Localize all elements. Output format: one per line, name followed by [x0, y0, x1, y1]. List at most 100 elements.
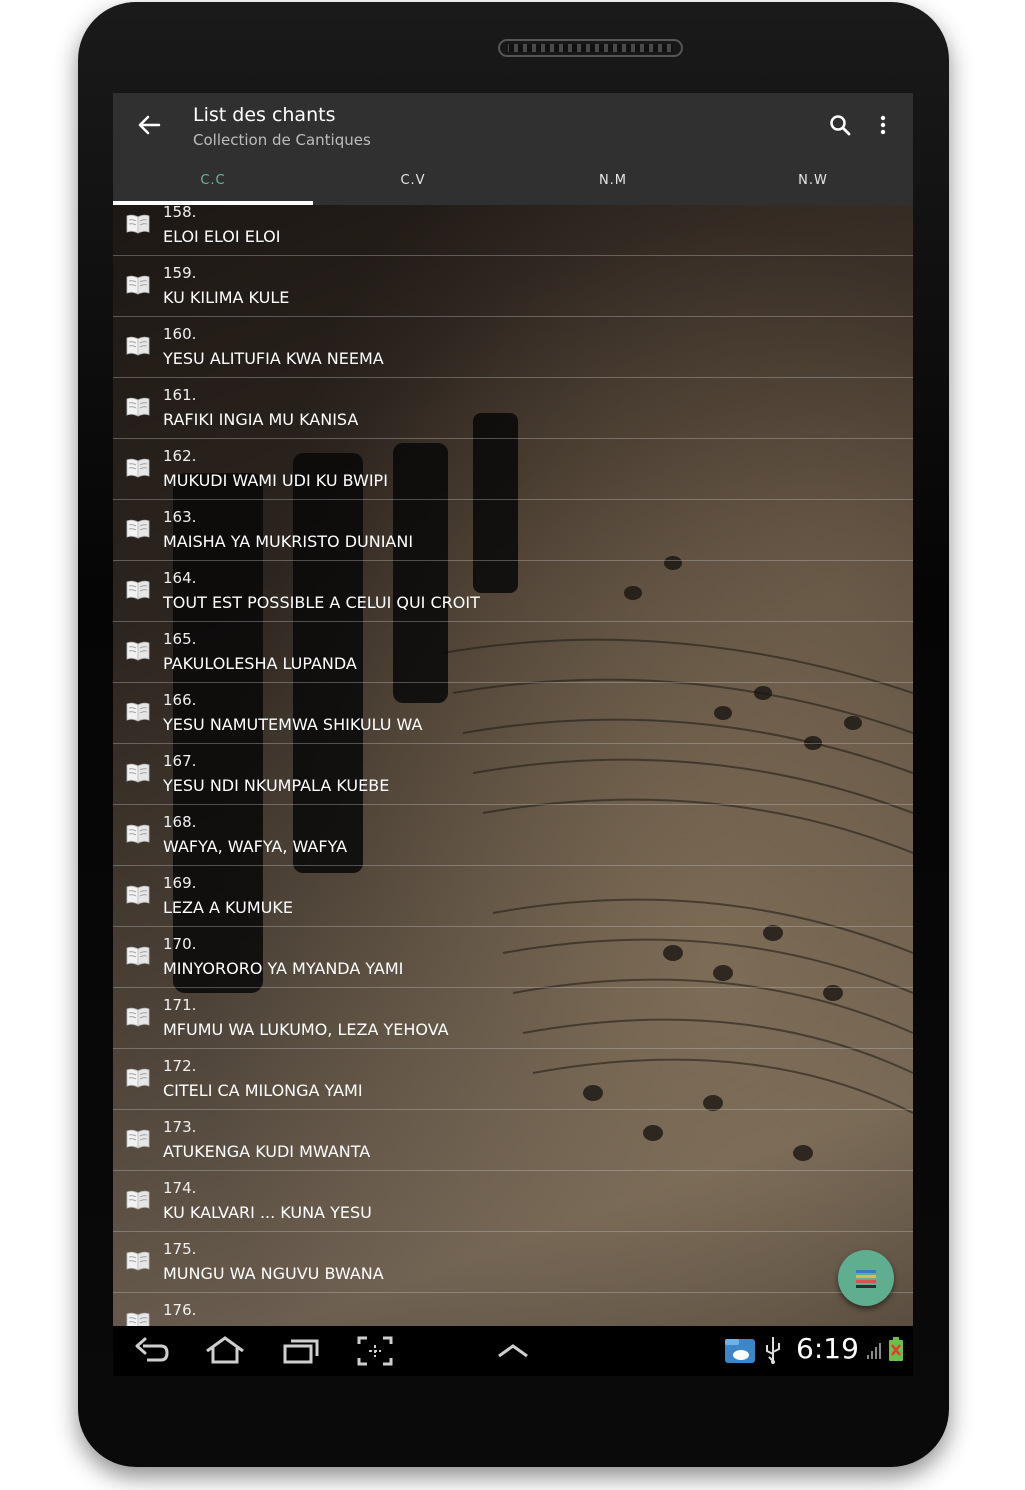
open-book-icon	[126, 885, 150, 905]
tab-nw[interactable]: N.W	[713, 157, 913, 205]
song-number: 174.	[163, 1179, 197, 1197]
app-screen: List des chants Collection de Cantiques …	[113, 93, 913, 1326]
song-number: 168.	[163, 813, 197, 831]
open-book-icon	[126, 1312, 150, 1326]
tab-indicator	[113, 201, 313, 205]
song-number: 163.	[163, 508, 197, 526]
song-list-item[interactable]: 162. MUKUDI WAMI UDI KU BWIPI	[113, 439, 913, 500]
page-subtitle: Collection de Cantiques	[193, 131, 371, 149]
usb-icon	[766, 1337, 780, 1364]
open-book-icon	[126, 946, 150, 966]
recent-apps-icon	[283, 1339, 319, 1364]
song-title: RAFIKI INGIA MU KANISA	[163, 410, 359, 429]
open-book-icon	[126, 763, 150, 783]
song-number: 158.	[163, 203, 197, 221]
song-list[interactable]: 158. ELOI ELOI ELOI 159. KU KILIMA KULE 160.…	[113, 203, 913, 1326]
list-bars-icon	[856, 1270, 876, 1288]
song-number: 175.	[163, 1240, 197, 1258]
song-title: MUKUDI WAMI UDI KU BWIPI	[163, 471, 388, 490]
song-number: 160.	[163, 325, 197, 343]
song-title: YESU NDI NKUMPALA KUEBE	[163, 776, 390, 795]
open-book-icon	[126, 1007, 150, 1027]
open-book-icon	[126, 275, 150, 295]
chevron-up-icon	[498, 1344, 528, 1358]
app-bar: List des chants Collection de Cantiques …	[113, 93, 913, 205]
back-button[interactable]	[133, 109, 165, 141]
song-number: 170.	[163, 935, 197, 953]
song-title: WAFYA, WAFYA, WAFYA	[163, 837, 348, 856]
song-list-item[interactable]: 174. KU KALVARI ... KUNA YESU	[113, 1171, 913, 1232]
tab-cc[interactable]: C.C	[113, 157, 313, 205]
song-list-item[interactable]: 170. MINYORORO YA MYANDA YAMI	[113, 927, 913, 988]
song-title: KU KALVARI ... KUNA YESU	[163, 1203, 372, 1222]
song-title: ELOI ELOI ELOI	[163, 227, 281, 246]
song-list-item[interactable]: 163. MAISHA YA MUKRISTO DUNIANI	[113, 500, 913, 561]
song-title: KU KILIMA KULE	[163, 288, 290, 307]
nav-expand-button[interactable]	[493, 1334, 533, 1368]
song-list-item[interactable]: 160. YESU ALITUFIA KWA NEEMA	[113, 317, 913, 378]
tab-nm[interactable]: N.M	[513, 157, 713, 205]
screenshot-icon	[357, 1336, 393, 1366]
speaker-grille	[498, 39, 683, 57]
song-number: 162.	[163, 447, 197, 465]
open-book-icon	[126, 641, 150, 661]
signal-icon	[867, 1343, 881, 1359]
open-book-icon	[126, 1129, 150, 1149]
song-title: YESU NAMUTEMWA SHIKULU WA	[163, 715, 423, 734]
open-book-icon	[126, 519, 150, 539]
song-list-item[interactable]: 175. MUNGU WA NGUVU BWANA	[113, 1232, 913, 1293]
song-title: ATUKENGA KUDI MWANTA	[163, 1142, 371, 1161]
song-list-item[interactable]: 172. CITELI CA MILONGA YAMI	[113, 1049, 913, 1110]
song-title: MUNGU WA NGUVU BWANA	[163, 1264, 384, 1283]
open-book-icon	[126, 458, 150, 478]
nav-home-button[interactable]	[205, 1334, 245, 1368]
song-list-item[interactable]: 176.	[113, 1293, 913, 1326]
song-number: 176.	[163, 1301, 197, 1319]
open-book-icon	[126, 580, 150, 600]
arrow-back-icon	[138, 115, 161, 135]
song-list-item[interactable]: 159. KU KILIMA KULE	[113, 256, 913, 317]
song-list-item[interactable]: 171. MFUMU WA LUKUMO, LEZA YEHOVA	[113, 988, 913, 1049]
overflow-menu-button[interactable]	[871, 111, 895, 139]
song-title: MINYORORO YA MYANDA YAMI	[163, 959, 404, 978]
system-nav-bar: 6:19	[113, 1326, 913, 1376]
song-list-item[interactable]: 169. LEZA A KUMUKE	[113, 866, 913, 927]
open-book-icon	[126, 1251, 150, 1271]
home-icon	[206, 1336, 244, 1364]
song-title: PAKULOLESHA LUPANDA	[163, 654, 357, 673]
search-icon	[830, 115, 851, 136]
search-button[interactable]	[825, 111, 857, 139]
tab-cv[interactable]: C.V	[313, 157, 513, 205]
open-book-icon	[126, 1068, 150, 1088]
nav-recents-button[interactable]	[281, 1334, 321, 1368]
song-list-item[interactable]: 161. RAFIKI INGIA MU KANISA	[113, 378, 913, 439]
song-number: 172.	[163, 1057, 197, 1075]
open-book-icon	[126, 1190, 150, 1210]
song-number: 171.	[163, 996, 197, 1014]
song-list-item[interactable]: 168. WAFYA, WAFYA, WAFYA	[113, 805, 913, 866]
open-book-icon	[126, 397, 150, 417]
song-number: 167.	[163, 752, 197, 770]
song-number: 169.	[163, 874, 197, 892]
song-list-item[interactable]: 165. PAKULOLESHA LUPANDA	[113, 622, 913, 683]
song-number: 161.	[163, 386, 197, 404]
floating-action-button[interactable]	[838, 1250, 894, 1306]
song-list-item[interactable]: 166. YESU NAMUTEMWA SHIKULU WA	[113, 683, 913, 744]
open-book-icon	[126, 824, 150, 844]
song-number: 164.	[163, 569, 197, 587]
open-book-icon	[126, 336, 150, 356]
song-list-item[interactable]: 167. YESU NDI NKUMPALA KUEBE	[113, 744, 913, 805]
song-number: 173.	[163, 1118, 197, 1136]
more-vert-icon	[880, 115, 886, 135]
song-list-item[interactable]: 164. TOUT EST POSSIBLE A CELUI QUI CROIT	[113, 561, 913, 622]
song-list-item[interactable]: 173. ATUKENGA KUDI MWANTA	[113, 1110, 913, 1171]
tab-bar: C.C C.V N.M N.W	[113, 157, 913, 205]
nav-back-button[interactable]	[133, 1334, 173, 1368]
song-number: 165.	[163, 630, 197, 648]
battery-charging-icon	[889, 1337, 903, 1361]
song-title: TOUT EST POSSIBLE A CELUI QUI CROIT	[163, 593, 480, 612]
nav-screenshot-button[interactable]	[355, 1334, 395, 1368]
song-title: LEZA A KUMUKE	[163, 898, 293, 917]
song-title: YESU ALITUFIA KWA NEEMA	[163, 349, 384, 368]
open-book-icon	[126, 702, 150, 722]
